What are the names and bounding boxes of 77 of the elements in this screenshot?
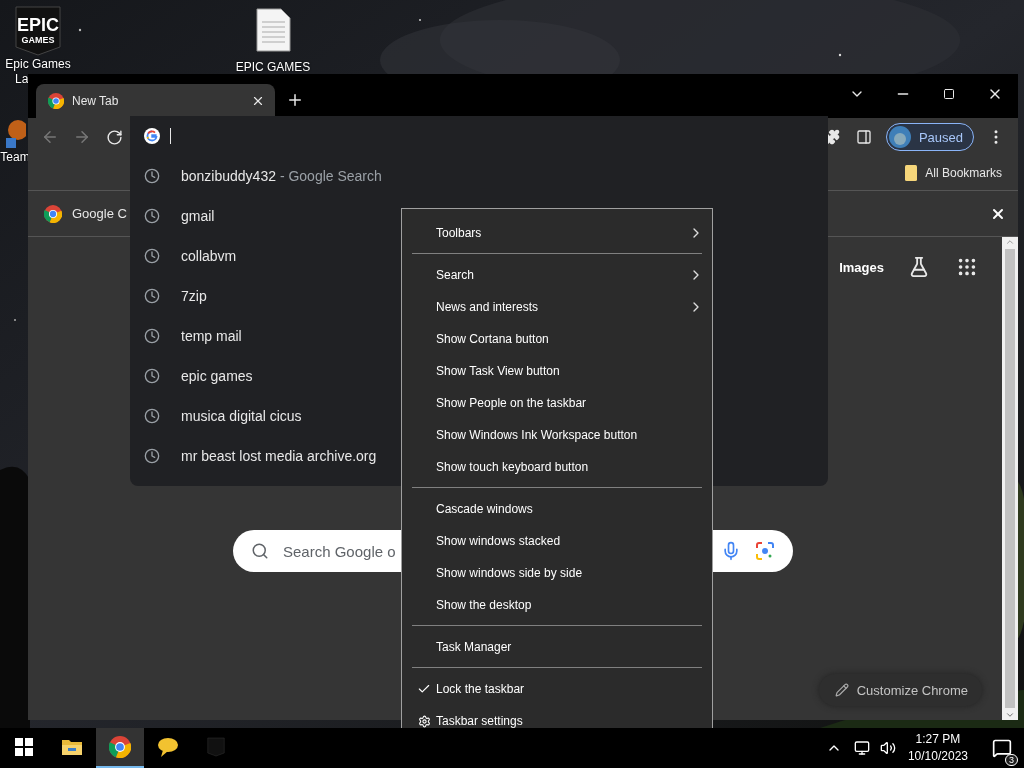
forward-icon[interactable] xyxy=(73,128,91,146)
history-icon xyxy=(144,368,160,384)
menu-item[interactable]: Search xyxy=(402,259,712,291)
taskbar-app-button[interactable] xyxy=(96,728,144,768)
suggestion-item[interactable]: 7zip xyxy=(181,288,207,304)
icon-label: Team xyxy=(0,150,30,165)
suggestion-item[interactable]: musica digital cicus xyxy=(181,408,302,424)
camera-lens-icon[interactable] xyxy=(755,541,775,561)
menu-item[interactable]: Show Windows Ink Workspace button xyxy=(402,419,712,451)
search-icon xyxy=(251,542,269,560)
side-panel-icon[interactable] xyxy=(855,129,872,145)
suggestion-item[interactable]: collabvm xyxy=(181,248,237,264)
chrome-icon xyxy=(44,204,62,223)
scrollbar[interactable] xyxy=(1002,237,1018,720)
images-link[interactable]: Images xyxy=(839,259,884,275)
clock[interactable]: 1:27 PM 10/10/2023 xyxy=(899,731,976,765)
tab-title: New Tab xyxy=(72,94,120,108)
history-icon xyxy=(144,328,160,344)
back-icon[interactable] xyxy=(41,128,59,146)
reload-icon[interactable] xyxy=(105,128,123,146)
menu-item[interactable]: Show windows side by side xyxy=(402,557,712,589)
avatar-icon xyxy=(888,126,911,148)
menu-item[interactable]: Show windows stacked xyxy=(402,525,712,557)
speech-bubble-icon xyxy=(157,736,179,758)
suggestion-item[interactable]: gmail xyxy=(181,208,215,224)
bookmark-folder[interactable]: All Bookmarks xyxy=(925,166,1002,180)
windows-logo-icon xyxy=(15,738,33,756)
menu-item[interactable]: Cascade windows xyxy=(402,493,712,525)
suggestion-item[interactable]: temp mail xyxy=(181,328,242,344)
customize-chrome-button[interactable]: Customize Chrome xyxy=(818,674,982,706)
menu-item[interactable]: Show People on the taskbar xyxy=(402,387,712,419)
google-icon xyxy=(144,128,160,144)
menu-item[interactable]: Toolbars xyxy=(402,217,712,249)
menu-item[interactable]: Lock the taskbar xyxy=(402,673,712,705)
suggestion-item[interactable]: bonzibuddy432 - Google Search xyxy=(181,168,382,184)
notifications-icon[interactable] xyxy=(992,738,1012,758)
menu-item[interactable]: Show Task View button xyxy=(402,355,712,387)
icon-label: La xyxy=(15,72,29,87)
app-shortcut-icon[interactable] xyxy=(4,120,26,150)
settings-icon xyxy=(417,714,431,728)
suggestion-item[interactable]: mr beast lost media archive.org xyxy=(181,448,377,464)
history-icon xyxy=(144,408,160,424)
menu-item[interactable]: Show the desktop xyxy=(402,589,712,621)
apps-grid-icon[interactable] xyxy=(956,256,978,278)
history-icon xyxy=(144,448,160,464)
pencil-icon xyxy=(834,683,849,697)
close-icon[interactable] xyxy=(251,94,265,108)
maximize-icon[interactable] xyxy=(943,88,955,100)
menu-item[interactable]: Show touch keyboard button xyxy=(402,451,712,483)
folder-icon xyxy=(61,738,83,756)
folder-icon[interactable] xyxy=(905,165,918,181)
chrome-icon xyxy=(48,93,64,109)
network-icon[interactable] xyxy=(853,740,870,756)
history-icon xyxy=(144,248,160,264)
icon-label: EPIC GAMES xyxy=(235,60,311,75)
suggestion-item[interactable]: epic games xyxy=(181,368,253,384)
history-icon xyxy=(144,168,160,184)
epic-games-logo-icon[interactable]: EPIC GAMES xyxy=(14,5,62,57)
notification-count: 3 xyxy=(1005,754,1018,766)
chrome-icon xyxy=(109,736,131,758)
volume-icon[interactable] xyxy=(879,740,896,756)
menu-item[interactable]: Task Manager xyxy=(402,631,712,663)
history-icon xyxy=(144,288,160,304)
browser-tab[interactable]: New Tab xyxy=(36,84,275,118)
icon-label: Epic Games xyxy=(5,57,71,72)
new-tab-icon[interactable] xyxy=(286,91,304,109)
menu-item[interactable]: News and interests xyxy=(402,291,712,323)
scroll-down-icon[interactable] xyxy=(1005,710,1015,720)
flask-icon[interactable] xyxy=(908,256,930,278)
profile-button[interactable]: Paused xyxy=(885,123,974,151)
history-icon xyxy=(144,208,160,224)
menu-item[interactable]: Show Cortana button xyxy=(402,323,712,355)
document-icon[interactable] xyxy=(255,8,291,52)
infobar-text: Google C xyxy=(72,206,127,221)
shield-icon xyxy=(207,737,225,757)
menu-item[interactable]: Taskbar settings xyxy=(402,705,712,728)
microphone-icon[interactable] xyxy=(721,541,741,561)
